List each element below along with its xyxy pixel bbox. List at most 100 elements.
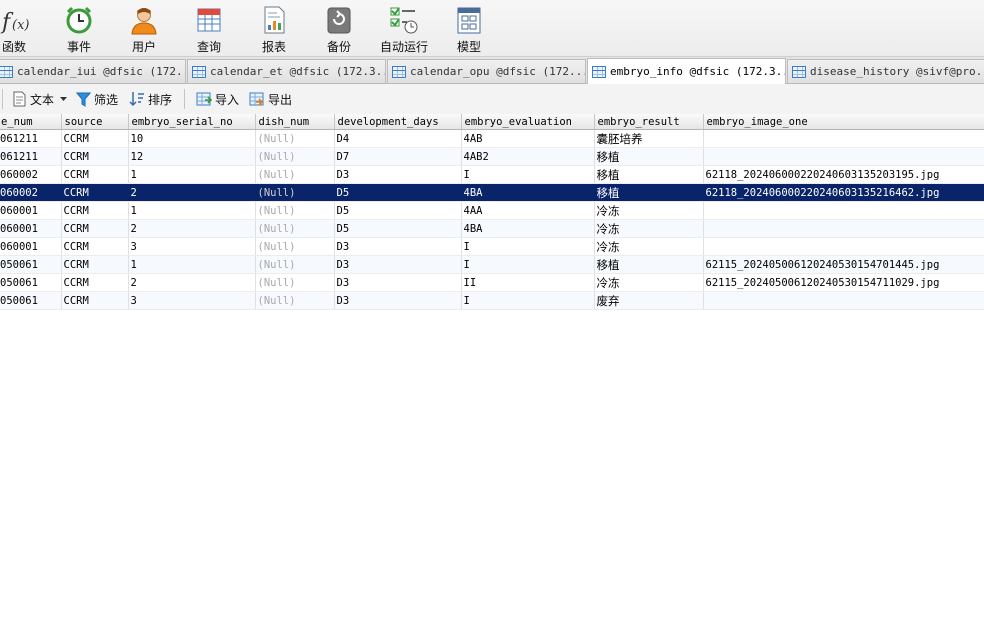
tab-disease-history[interactable]: disease_history @sivf@pro... (787, 59, 984, 83)
text-view-button[interactable]: 文本 (12, 90, 71, 108)
tab-calendar-opu[interactable]: calendar_opu @dfsic (172.... (387, 59, 586, 83)
table-cell[interactable]: II (461, 273, 595, 292)
table-cell[interactable] (703, 129, 984, 148)
column-header[interactable]: development_days (334, 114, 462, 130)
table-cell[interactable] (703, 201, 984, 220)
table-cell[interactable]: CCRM (61, 273, 129, 292)
table-cell[interactable]: 移植 (594, 183, 704, 202)
table-cell[interactable]: 061211 (0, 129, 62, 148)
table-cell[interactable] (703, 237, 984, 256)
tab-calendar-et[interactable]: calendar_et @dfsic (172.3... (187, 59, 386, 83)
table-cell[interactable]: 4AA (461, 201, 595, 220)
table-cell[interactable]: 2 (128, 219, 256, 238)
table-cell[interactable]: (Null) (255, 273, 335, 292)
table-row[interactable]: 060002 CCRM 2 (Null) D5 4BA 移植 62118_2024060002… (0, 183, 984, 202)
table-cell[interactable]: (Null) (255, 255, 335, 274)
table-cell[interactable]: CCRM (61, 147, 129, 166)
table-cell[interactable]: CCRM (61, 129, 129, 148)
table-cell[interactable] (703, 291, 984, 310)
table-row[interactable]: 050061 CCRM 2 (Null) D3 II 冷冻 62115_20240500612… (0, 273, 984, 292)
column-header[interactable]: e_num (0, 114, 62, 130)
table-row[interactable]: 060001 CCRM 3 (Null) D3 I 冷冻 (0, 237, 984, 256)
ribbon-query-button[interactable]: 查询 (179, 0, 239, 56)
table-row[interactable]: 061211 CCRM 10 (Null) D4 4AB 囊胚培养 (0, 129, 984, 148)
column-header[interactable]: source (61, 114, 129, 130)
table-cell[interactable]: 10 (128, 129, 256, 148)
table-cell[interactable]: CCRM (61, 201, 129, 220)
table-cell[interactable]: 1 (128, 201, 256, 220)
import-button[interactable]: 导入 (196, 90, 239, 108)
table-cell[interactable]: 移植 (594, 165, 704, 184)
column-header[interactable]: embryo_result (594, 114, 704, 130)
table-cell[interactable]: D5 (334, 219, 462, 238)
table-cell[interactable]: I (461, 291, 595, 310)
ribbon-report-button[interactable]: 报表 (244, 0, 304, 56)
table-cell[interactable]: 060002 (0, 183, 62, 202)
table-cell[interactable]: 12 (128, 147, 256, 166)
tab-embryo-info[interactable]: embryo_info @dfsic (172.3... (587, 58, 786, 84)
table-cell[interactable]: 冷冻 (594, 237, 704, 256)
table-cell[interactable]: 3 (128, 291, 256, 310)
table-cell[interactable] (703, 219, 984, 238)
table-cell[interactable]: CCRM (61, 237, 129, 256)
sort-button[interactable]: 排序 (129, 90, 172, 108)
table-cell[interactable]: 050061 (0, 291, 62, 310)
table-cell[interactable]: D5 (334, 183, 462, 202)
table-cell[interactable]: (Null) (255, 291, 335, 310)
table-cell[interactable]: 冷冻 (594, 219, 704, 238)
table-cell[interactable]: 2 (128, 273, 256, 292)
export-button[interactable]: 导出 (249, 90, 292, 108)
ribbon-automation-button[interactable]: 自动运行 (374, 0, 434, 56)
table-cell[interactable]: D5 (334, 201, 462, 220)
table-cell[interactable]: 4BA (461, 219, 595, 238)
table-cell[interactable]: 移植 (594, 147, 704, 166)
ribbon-user-button[interactable]: 用户 (114, 0, 174, 56)
table-cell[interactable]: I (461, 165, 595, 184)
table-cell[interactable]: 1 (128, 255, 256, 274)
table-cell[interactable]: (Null) (255, 183, 335, 202)
table-cell[interactable]: D3 (334, 273, 462, 292)
table-row[interactable]: 060001 CCRM 2 (Null) D5 4BA 冷冻 (0, 219, 984, 238)
table-cell[interactable]: (Null) (255, 147, 335, 166)
table-cell[interactable]: (Null) (255, 237, 335, 256)
table-cell[interactable]: I (461, 237, 595, 256)
table-cell[interactable]: (Null) (255, 165, 335, 184)
table-cell[interactable]: D3 (334, 255, 462, 274)
table-cell[interactable]: 移植 (594, 255, 704, 274)
table-cell[interactable]: 囊胚培养 (594, 129, 704, 148)
ribbon-backup-button[interactable]: 备份 (309, 0, 369, 56)
table-cell[interactable]: 冷冻 (594, 273, 704, 292)
table-cell[interactable]: D3 (334, 291, 462, 310)
column-header[interactable]: embryo_serial_no (128, 114, 256, 130)
table-row[interactable]: 050061 CCRM 1 (Null) D3 I 移植 62115_202405006120… (0, 255, 984, 274)
table-cell[interactable]: 1 (128, 165, 256, 184)
table-cell[interactable]: D7 (334, 147, 462, 166)
table-cell[interactable]: (Null) (255, 129, 335, 148)
table-cell[interactable]: CCRM (61, 183, 129, 202)
table-cell[interactable]: CCRM (61, 291, 129, 310)
table-cell[interactable]: 62118_202406000220240603135216462.jpg (703, 183, 984, 202)
table-cell[interactable]: 060001 (0, 237, 62, 256)
ribbon-model-button[interactable]: 模型 (439, 0, 499, 56)
column-header[interactable]: embryo_evaluation (461, 114, 595, 130)
table-cell[interactable]: 冷冻 (594, 201, 704, 220)
table-cell[interactable]: (Null) (255, 201, 335, 220)
table-cell[interactable] (703, 147, 984, 166)
filter-button[interactable]: 筛选 (76, 90, 118, 108)
table-cell[interactable]: (Null) (255, 219, 335, 238)
table-cell[interactable]: 4AB2 (461, 147, 595, 166)
table-cell[interactable]: 060001 (0, 219, 62, 238)
table-cell[interactable]: 060001 (0, 201, 62, 220)
column-header[interactable]: embryo_image_one (703, 114, 984, 130)
table-cell[interactable]: 2 (128, 183, 256, 202)
table-cell[interactable]: 050061 (0, 255, 62, 274)
ribbon-function-button[interactable]: f (x) 函数 (0, 0, 44, 56)
table-cell[interactable]: 62118_20240600022024060313520319​5.jpg (703, 165, 984, 184)
table-cell[interactable]: 62115_202405006120240530154711029.jpg (703, 273, 984, 292)
table-cell[interactable]: CCRM (61, 255, 129, 274)
table-cell[interactable]: D4 (334, 129, 462, 148)
table-cell[interactable]: CCRM (61, 219, 129, 238)
table-cell[interactable]: 4AB (461, 129, 595, 148)
table-row[interactable]: 061211 CCRM 12 (Null) D7 4AB2 移植 (0, 147, 984, 166)
tab-calendar-iui[interactable]: calendar_iui @dfsic (172.... (0, 59, 186, 83)
